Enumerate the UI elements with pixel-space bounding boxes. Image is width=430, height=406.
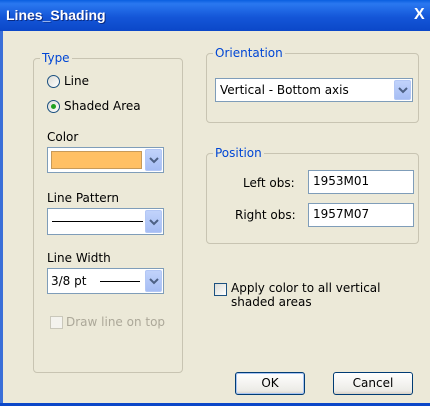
- chevron-down-icon[interactable]: [145, 149, 162, 171]
- type-group-title: Type: [40, 51, 72, 65]
- line-pattern-dropdown[interactable]: [47, 208, 164, 235]
- orientation-value: Vertical - Bottom axis: [220, 83, 349, 97]
- draw-line-on-top-checkbox[interactable]: [50, 316, 63, 329]
- apply-color-all-label-line1[interactable]: Apply color to all vertical: [231, 281, 381, 295]
- line-width-dropdown[interactable]: 3/8 pt: [47, 268, 164, 294]
- left-obs-input[interactable]: 1953M01: [308, 170, 414, 194]
- window-title: Lines_Shading: [6, 7, 106, 23]
- line-width-label: Line Width: [47, 251, 111, 265]
- color-swatch: [51, 151, 142, 169]
- draw-line-on-top-label: Draw line on top: [66, 315, 166, 329]
- ok-button[interactable]: OK: [235, 372, 305, 395]
- line-pattern-preview: [52, 221, 143, 222]
- cancel-button[interactable]: Cancel: [333, 372, 413, 395]
- line-pattern-label: Line Pattern: [47, 191, 119, 205]
- radio-selected-dot: [51, 104, 56, 109]
- position-group: Position: [206, 146, 419, 244]
- close-icon[interactable]: X: [414, 6, 430, 26]
- chevron-down-icon[interactable]: [145, 210, 162, 233]
- right-obs-input[interactable]: 1957M07: [308, 203, 414, 227]
- line-radio[interactable]: [47, 75, 60, 88]
- shaded-area-radio[interactable]: [47, 100, 60, 113]
- line-width-preview: [100, 281, 140, 282]
- title-bar[interactable]: Lines_Shading X: [0, 0, 430, 31]
- line-radio-label[interactable]: Line: [64, 74, 89, 88]
- right-obs-label: Right obs:: [235, 208, 296, 222]
- color-dropdown[interactable]: [47, 147, 164, 173]
- chevron-down-icon[interactable]: [145, 270, 162, 292]
- dialog-window: Lines_Shading X Type Line Shaded Area Co…: [0, 0, 430, 406]
- position-group-title: Position: [213, 146, 264, 160]
- chevron-down-icon[interactable]: [394, 80, 411, 100]
- orientation-dropdown[interactable]: Vertical - Bottom axis: [215, 78, 413, 102]
- shaded-area-radio-label[interactable]: Shaded Area: [64, 99, 141, 113]
- dialog-body: Type Line Shaded Area Color Line Pattern…: [3, 31, 430, 403]
- line-width-value: 3/8 pt: [51, 274, 87, 288]
- left-obs-label: Left obs:: [243, 176, 295, 190]
- color-label: Color: [47, 130, 79, 144]
- orientation-group-title: Orientation: [213, 46, 285, 60]
- apply-color-all-checkbox[interactable]: [214, 283, 227, 296]
- apply-color-all-label-line2[interactable]: shaded areas: [231, 295, 312, 309]
